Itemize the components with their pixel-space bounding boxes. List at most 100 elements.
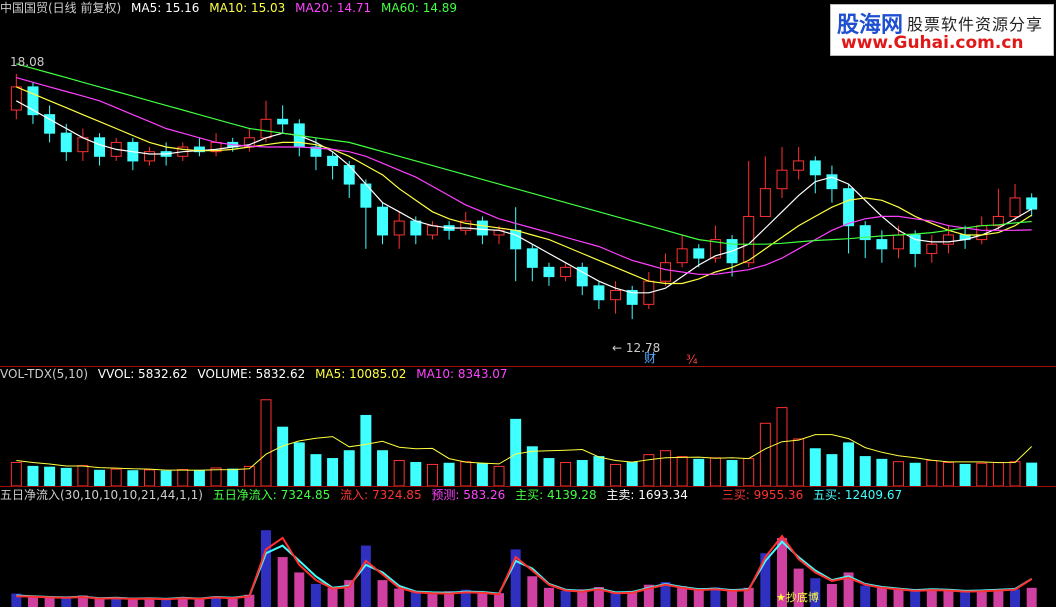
indicator-bar — [876, 587, 887, 607]
ind-five-buy: 五买: 12409.67 — [813, 488, 903, 502]
candle-body — [876, 239, 888, 250]
volume-header: VOL-TDX(5,10) VVOL: 5832.62 VOLUME: 5832… — [0, 366, 514, 382]
volume-bar — [709, 457, 721, 486]
indicator-bar — [377, 580, 388, 607]
candle-body — [743, 215, 755, 264]
volume-bar — [743, 458, 755, 486]
volume-bar — [942, 461, 954, 486]
volume-bar — [60, 467, 72, 486]
event-marker-cai: 财 — [644, 351, 657, 365]
volume-bar — [893, 461, 905, 486]
ma5-label: MA5: 15.16 — [131, 1, 200, 15]
volume-bar — [626, 461, 638, 486]
volume-bar — [659, 450, 671, 486]
candle-body — [976, 225, 988, 241]
ma60-label: MA60: 14.89 — [381, 1, 458, 15]
volume-bar — [343, 450, 355, 486]
candle-body — [659, 262, 671, 282]
indicator-bar — [1026, 587, 1037, 607]
volume-bar — [859, 456, 871, 486]
volume-bar — [443, 462, 455, 486]
price-chart — [10, 63, 1038, 320]
volume-bar — [809, 448, 821, 486]
volume-bar — [992, 461, 1004, 486]
candle-body — [10, 86, 22, 111]
volume-bar — [876, 458, 888, 486]
volume-bar — [143, 469, 155, 486]
volume-bar — [959, 463, 971, 486]
volume-bar — [560, 461, 572, 486]
candle-body — [60, 132, 72, 153]
stock-title: 中国国贸(日线 前复权) — [0, 1, 122, 15]
volume-value: VOLUME: 5832.62 — [197, 367, 306, 381]
indicator-bar — [261, 530, 271, 607]
candle-body — [676, 248, 688, 264]
volume-bar — [576, 460, 588, 486]
volume-bar — [44, 466, 56, 486]
indicator-bar — [527, 576, 538, 607]
volume-bar — [1026, 462, 1038, 486]
candle-body — [759, 188, 771, 217]
volume-bar — [543, 458, 555, 486]
indicator-bar — [310, 583, 321, 607]
indicator-bar — [394, 588, 405, 607]
ind-net-inflow: 五日净流入: 7324.85 — [212, 488, 331, 502]
volume-bar — [593, 456, 605, 486]
volume-bar — [277, 426, 289, 486]
candle-body — [776, 169, 788, 190]
indicator-bar — [960, 591, 971, 607]
ind-main-sell: 主卖: 1693.34 — [606, 488, 688, 502]
candle-body — [410, 220, 422, 236]
volume-bar — [493, 465, 505, 486]
ind-three-buy: 三买: 9955.36 — [721, 488, 804, 502]
indicator-bar — [360, 545, 371, 607]
volume-bar — [826, 454, 838, 486]
candle-body — [476, 220, 488, 236]
indicator-bar — [610, 592, 621, 607]
indicator-header: 五日净流入(30,10,10,10,21,44,1,1) 五日净流入: 7324… — [0, 487, 908, 503]
indicator-bar — [344, 580, 355, 607]
volume-bar — [160, 470, 172, 486]
ind-main-buy: 主买: 4139.28 — [515, 488, 597, 502]
volume-bar — [476, 463, 488, 486]
candle-body — [426, 225, 438, 236]
candle-body — [1026, 197, 1038, 210]
ma10-label: MA10: 15.03 — [209, 1, 286, 15]
footer-label: ★抄底博 — [776, 591, 819, 604]
candle-body — [526, 248, 538, 268]
volume-bar — [1009, 461, 1021, 486]
volume-bar — [926, 460, 938, 486]
vol-label: VOL-TDX(5,10) — [0, 367, 89, 381]
candle-body — [343, 165, 355, 185]
volume-bar — [676, 456, 688, 486]
indicator-bar — [893, 589, 904, 607]
indicator-bar — [543, 587, 554, 607]
indicator-bar — [993, 590, 1004, 607]
vol-ma5-label: MA5: 10085.02 — [315, 367, 407, 381]
candle-body — [793, 160, 805, 171]
volume-bar — [77, 465, 89, 486]
indicator-bar — [943, 590, 954, 607]
indicator-bar — [976, 590, 987, 607]
volume-bar — [94, 469, 106, 486]
candle-body — [693, 248, 705, 259]
vol-ma10-label: MA10: 8343.07 — [416, 367, 508, 381]
ind-name: 五日净流入(30,10,10,10,21,44,1,1) — [0, 488, 203, 502]
volume-bar — [759, 422, 771, 486]
candle-body — [560, 266, 572, 278]
volume-bar — [610, 463, 622, 486]
volume-bar — [909, 462, 921, 486]
indicator-bar — [926, 588, 937, 607]
indicator-bar — [277, 557, 288, 607]
volume-bar — [293, 442, 305, 486]
volume-bar — [193, 469, 205, 486]
ma20-label: MA20: 14.71 — [295, 1, 372, 15]
candle-body — [277, 118, 289, 125]
volume-bar — [510, 418, 522, 486]
candle-body — [377, 206, 389, 236]
candle-body — [543, 266, 555, 278]
ind-inflow: 流入: 7324.85 — [340, 488, 422, 502]
indicator-bar — [294, 572, 305, 607]
ind-forecast: 预测: 583.26 — [431, 488, 506, 502]
candle-body — [893, 234, 905, 250]
